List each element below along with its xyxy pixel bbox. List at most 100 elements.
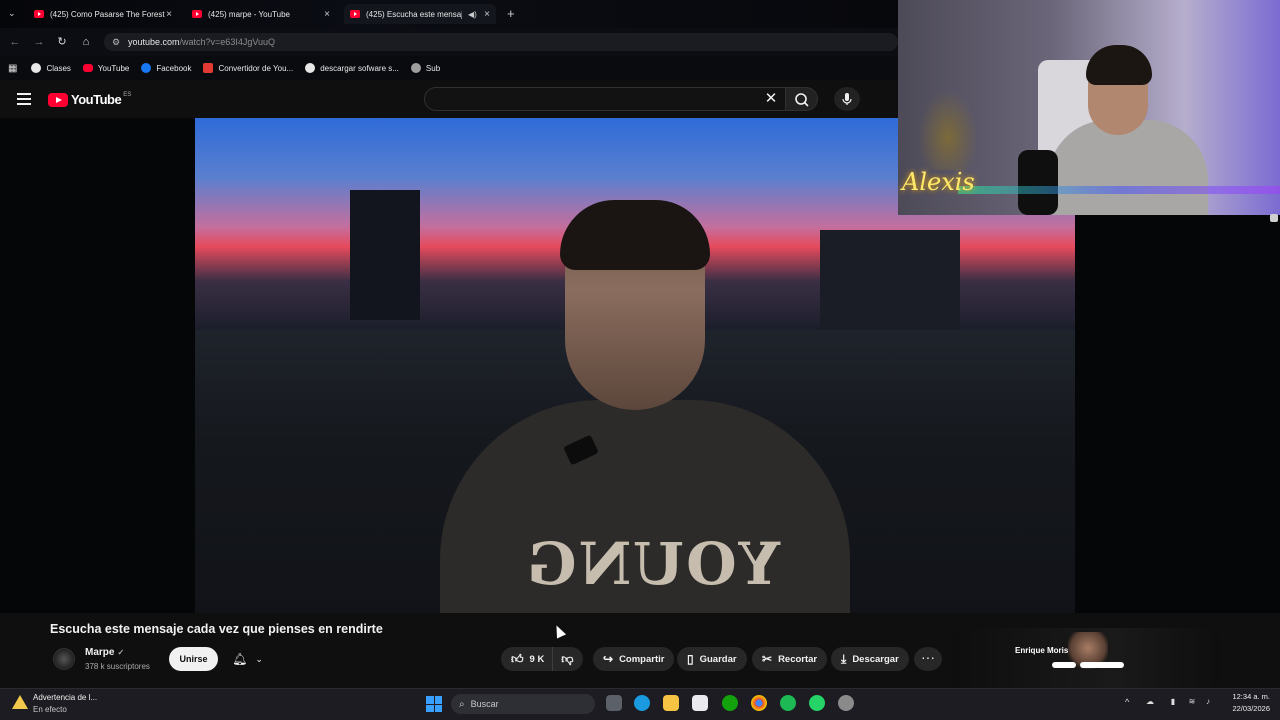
edge-icon[interactable] xyxy=(634,695,650,711)
share-icon: ↪ xyxy=(603,652,614,666)
file-explorer-icon[interactable] xyxy=(663,695,679,711)
bookmarks-bar: ▦ Clases YouTube Facebook Convertidor de… xyxy=(0,56,898,80)
close-tab-icon[interactable]: × xyxy=(166,9,172,20)
save-button[interactable]: ▯ Guardar xyxy=(677,647,747,671)
google-icon xyxy=(305,63,316,73)
whatsapp-icon[interactable] xyxy=(809,695,825,711)
close-tab-icon[interactable]: × xyxy=(484,9,490,20)
tab-title: (425) marpe - YouTube xyxy=(208,9,290,19)
bell-icon: 🔔︎ xyxy=(232,652,248,666)
channel-name[interactable]: Marpe ✓ xyxy=(85,647,124,658)
like-dislike-group: 👍︎ 9 K 👎︎ xyxy=(501,647,583,671)
clip-button[interactable]: ✂ Recortar xyxy=(752,647,828,671)
notification-subtitle: En efecto xyxy=(33,705,67,714)
home-icon[interactable]: ⌂ xyxy=(79,35,93,49)
neon-sign: Alexis xyxy=(902,168,975,196)
video-person-hair xyxy=(560,200,710,270)
address-bar[interactable]: ⚙ youtube.com/watch?v=e63I4JgVuuQ xyxy=(104,33,898,51)
bookmark-sub[interactable]: Sub xyxy=(410,63,440,73)
apps-grid-icon[interactable]: ▦ xyxy=(8,63,17,74)
chevron-down-icon: ⌄ xyxy=(255,653,263,664)
search-icon: ⌕ xyxy=(459,698,465,710)
warning-icon[interactable] xyxy=(12,695,28,709)
webcam-microphone xyxy=(1018,150,1058,215)
thumbnail-tag xyxy=(1096,662,1124,668)
thumbs-down-icon: 👎︎ xyxy=(561,651,574,666)
bookmark-youtube[interactable]: YouTube xyxy=(82,64,129,73)
download-icon xyxy=(203,63,214,73)
onedrive-icon[interactable]: ☁ xyxy=(1145,697,1155,707)
search-icon xyxy=(795,93,809,107)
webcam-plant xyxy=(918,90,978,170)
dislike-button[interactable]: 👎︎ xyxy=(553,647,581,671)
youtube-icon xyxy=(82,64,93,72)
webcam-led-strip xyxy=(958,186,1280,194)
scissors-icon: ✂ xyxy=(762,652,773,666)
tab-title: (425) Como Pasarse The Forest xyxy=(50,9,165,19)
browser-tab-1[interactable]: (425) Como Pasarse The Forest × xyxy=(28,4,178,24)
facebook-icon xyxy=(141,63,152,73)
scrollbar-thumb[interactable] xyxy=(1270,214,1278,222)
video-title: Escucha este mensaje cada vez que piense… xyxy=(50,622,383,636)
search-input[interactable] xyxy=(424,87,786,111)
subscriber-count: 378 k suscriptores xyxy=(85,662,150,671)
windows-start-button[interactable] xyxy=(426,696,442,712)
youtube-favicon-icon xyxy=(350,10,360,18)
video-building xyxy=(350,190,420,320)
youtube-favicon-icon xyxy=(192,10,202,18)
tab-list-chevron-icon[interactable]: ⌄ xyxy=(8,8,16,19)
thumbs-up-icon: 👍︎ xyxy=(511,651,524,666)
app-icon[interactable] xyxy=(838,695,854,711)
download-icon: ⤓ xyxy=(841,651,847,666)
youtube-favicon-icon xyxy=(34,10,44,18)
bookmark-icon: ▯ xyxy=(687,652,694,666)
close-tab-icon[interactable]: × xyxy=(324,9,330,20)
browser-tab-2[interactable]: (425) marpe - YouTube × xyxy=(186,4,336,24)
audio-playing-icon[interactable]: ◀) xyxy=(468,10,477,19)
url-path: /watch?v=e63I4JgVuuQ xyxy=(179,37,276,47)
google-icon xyxy=(31,63,42,73)
spotify-icon[interactable] xyxy=(780,695,796,711)
channel-avatar[interactable] xyxy=(53,648,75,670)
clock-date[interactable]: 22/03/2026 xyxy=(1224,704,1270,713)
back-icon[interactable]: ← xyxy=(8,35,22,49)
verified-icon: ✓ xyxy=(117,648,125,657)
more-actions-button[interactable]: ··· xyxy=(914,647,942,671)
wifi-icon[interactable]: ≋ xyxy=(1187,697,1197,707)
download-button[interactable]: ⤓ Descargar xyxy=(831,647,909,671)
clock-time[interactable]: 12:34 a. m. xyxy=(1224,692,1270,701)
voice-search-button[interactable] xyxy=(834,87,860,111)
site-info-icon[interactable]: ⚙ xyxy=(112,37,122,48)
url-host: youtube.com xyxy=(128,37,180,47)
bookmark-facebook[interactable]: Facebook xyxy=(141,63,191,73)
youtube-logo[interactable]: YouTube ES xyxy=(48,92,131,107)
microphone-icon xyxy=(842,93,852,105)
xbox-icon[interactable] xyxy=(722,695,738,711)
volume-icon[interactable]: ♪ xyxy=(1203,697,1213,707)
notifications-button[interactable]: 🔔︎ ⌄ xyxy=(225,647,270,671)
bookmark-clases[interactable]: Clases xyxy=(31,63,71,73)
share-button[interactable]: ↪ Compartir xyxy=(593,647,675,671)
notification-title[interactable]: Advertencia de l... xyxy=(33,693,97,702)
microsoft-store-icon[interactable] xyxy=(692,695,708,711)
join-button[interactable]: Unirse xyxy=(169,647,218,671)
shirt-print: YOUNG xyxy=(524,530,780,598)
task-view-icon[interactable] xyxy=(606,695,622,711)
search-button[interactable] xyxy=(786,87,818,111)
browser-tab-3-active[interactable]: (425) Escucha este mensaje ◀) × xyxy=(344,4,496,24)
bookmark-descargar[interactable]: descargar sofware s... xyxy=(305,63,399,73)
chrome-icon[interactable] xyxy=(751,695,767,711)
clear-search-icon[interactable]: ✕ xyxy=(764,90,778,108)
new-tab-button[interactable]: + xyxy=(507,6,515,21)
webcam-overlay: Alexis xyxy=(898,0,1280,215)
webcam-person-hair xyxy=(1086,45,1152,85)
like-button[interactable]: 👍︎ 9 K xyxy=(501,647,554,671)
show-hidden-icons-chevron-icon[interactable]: ^ xyxy=(1125,697,1129,707)
reload-icon[interactable]: ↻ xyxy=(55,35,69,49)
taskbar-search[interactable]: ⌕ Buscar xyxy=(451,694,595,714)
menu-icon[interactable] xyxy=(17,93,31,105)
webcam-person-body xyxy=(1048,120,1208,215)
forward-icon[interactable]: → xyxy=(32,35,46,49)
bookmark-convertidor[interactable]: Convertidor de You... xyxy=(203,63,293,73)
battery-icon[interactable]: ▮ xyxy=(1168,697,1178,707)
